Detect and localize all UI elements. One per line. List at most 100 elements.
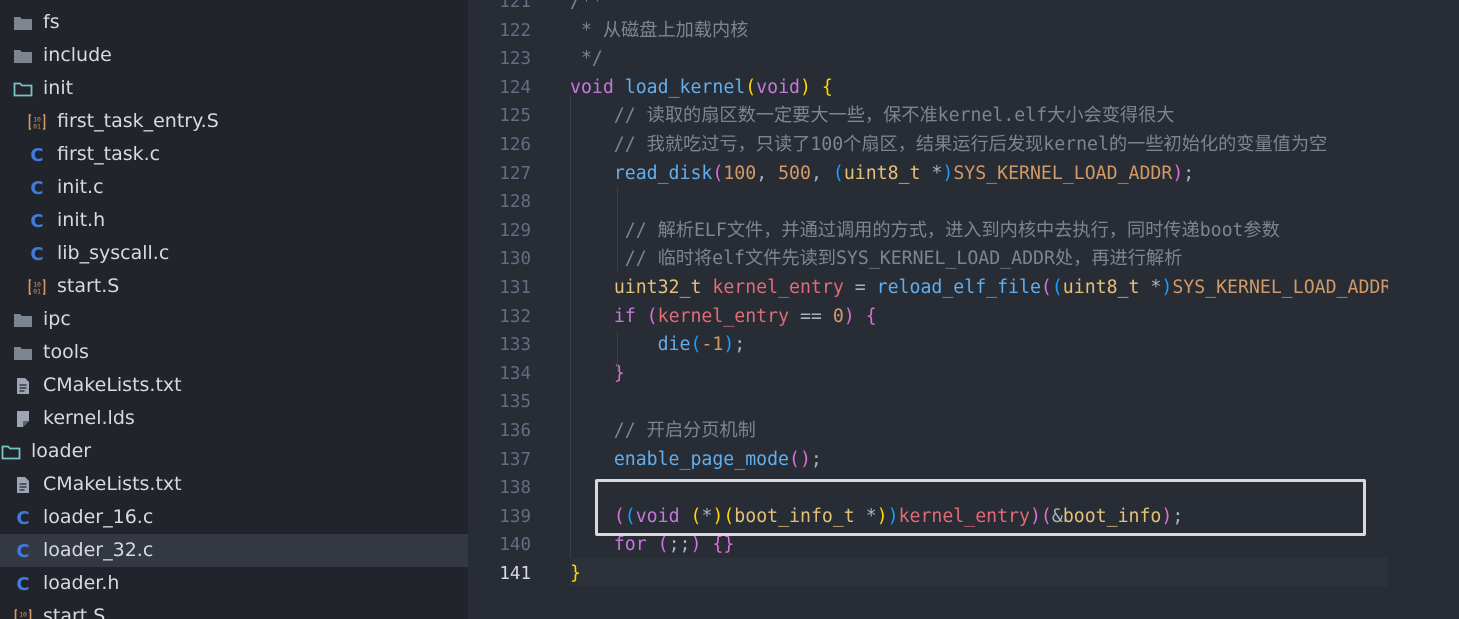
asm-file-icon: 1001: [26, 111, 48, 133]
code-line[interactable]: [570, 188, 1388, 217]
code-line[interactable]: */: [570, 45, 1388, 74]
code-line[interactable]: /**: [570, 0, 1388, 17]
c-file-icon: C: [12, 573, 34, 595]
code-token: (: [1051, 277, 1063, 298]
code-line[interactable]: }: [570, 560, 1388, 589]
sidebar-item[interactable]: init: [0, 72, 468, 105]
code-line[interactable]: // 我就吃过亏，只读了100个扇区，结果运行后发现kernel的一些初始化的变…: [570, 131, 1388, 160]
code-token: ): [799, 448, 811, 470]
code-line[interactable]: // 读取的扇区数一定要大一些，保不准kernel.elf大小会变得很大: [570, 102, 1388, 131]
code-token: ): [876, 505, 888, 527]
code-line[interactable]: void load_kernel(void) {: [570, 74, 1388, 103]
svg-text:C: C: [30, 211, 43, 231]
sidebar-item[interactable]: 1001 start.S: [0, 270, 468, 303]
code-token: -1: [701, 334, 724, 356]
sidebar-item[interactable]: fs: [0, 6, 468, 39]
code-token: ;;: [668, 534, 691, 556]
code-token: {: [821, 76, 833, 98]
sidebar-item[interactable]: tools: [0, 336, 468, 369]
code-line[interactable]: read_disk(100, 500, (uint8_t *)SYS_KERNE…: [570, 160, 1388, 189]
code-token: (: [789, 448, 800, 470]
sidebar-item[interactable]: CMakeLists.txt: [0, 468, 468, 501]
code-token: uint32_t: [613, 277, 702, 298]
linker-file-icon: [12, 408, 34, 430]
code-line[interactable]: uint32_t kernel_entry = reload_elf_file(…: [570, 274, 1388, 303]
c-file-icon: C: [26, 177, 48, 199]
svg-text:C: C: [16, 541, 29, 561]
code-token: ): [1029, 505, 1041, 527]
code-token: ;: [734, 334, 746, 356]
code-line[interactable]: // 开启分页机制: [570, 417, 1388, 446]
code-token: // 开启分页机制: [570, 420, 756, 441]
code-token: for: [613, 534, 647, 556]
code-token: 100: [723, 162, 757, 184]
svg-text:C: C: [16, 508, 29, 528]
sidebar-item[interactable]: 10 01 first_task_entry.S: [0, 105, 468, 138]
line-number: 140: [499, 535, 531, 556]
code-token: (: [1040, 277, 1052, 298]
code-line[interactable]: die(-1);: [570, 331, 1388, 360]
code-token: reload_elf_file: [876, 277, 1041, 298]
svg-text:C: C: [30, 178, 43, 198]
c-file-icon: C: [26, 243, 48, 265]
code-token: ==: [789, 305, 833, 327]
code-line[interactable]: for (;;) {}: [570, 531, 1388, 560]
sidebar-item[interactable]: CMakeLists.txt: [0, 369, 468, 402]
sidebar-item[interactable]: Cfirst_task.c: [0, 138, 468, 171]
svg-text:C: C: [16, 574, 29, 594]
sidebar-item-label: init.h: [57, 209, 106, 231]
code-line[interactable]: }: [570, 360, 1388, 389]
code-line[interactable]: enable_page_mode();: [570, 446, 1388, 475]
line-number: 122: [499, 20, 531, 41]
folder-icon: [12, 12, 34, 34]
sidebar-item[interactable]: 1001 start.S: [0, 600, 468, 619]
code-token: /**: [570, 0, 603, 12]
code-line[interactable]: // 临时将elf文件先读到SYS_KERNEL_LOAD_ADDR处，再进行解…: [570, 245, 1388, 274]
code-token: ,: [810, 162, 833, 184]
line-number: 123: [499, 49, 531, 70]
code-line[interactable]: // 解析ELF文件，并通过调用的方式，进入到内核中去执行，同时传递boot参数: [570, 217, 1388, 246]
code-editor[interactable]: 121 122 123 124 125 126 127 128 129 130 131 132 133 1…: [468, 0, 1459, 619]
code-line[interactable]: [570, 388, 1388, 417]
line-number: 128: [499, 192, 531, 213]
code-token: */: [570, 48, 603, 70]
sidebar-item[interactable]: Cloader_32.c: [0, 534, 468, 567]
sidebar-item[interactable]: kernel.lds: [0, 402, 468, 435]
code-token: ): [843, 305, 855, 327]
sidebar-item[interactable]: Clib_syscall.c: [0, 237, 468, 270]
sidebar-item[interactable]: ipc: [0, 303, 468, 336]
sidebar-item[interactable]: Cloader.h: [0, 567, 468, 600]
code-line[interactable]: * 从磁盘上加载内核: [570, 17, 1388, 46]
sidebar-item[interactable]: loader: [0, 435, 468, 468]
sidebar-item[interactable]: include: [0, 39, 468, 72]
code-token: // 读取的扇区数一定要大一些，保不准kernel.elf大小会变得很大: [570, 105, 1175, 127]
code-token: (: [723, 505, 735, 527]
sidebar-item-label: include: [43, 44, 112, 66]
code-line[interactable]: if (kernel_entry == 0) {: [570, 303, 1388, 332]
code-token: }: [613, 362, 625, 384]
indent-guide: [617, 332, 618, 372]
line-number: 135: [499, 392, 531, 413]
code-line[interactable]: [570, 474, 1388, 503]
sidebar-item[interactable]: Cloader_16.c: [0, 501, 468, 534]
code-token: (: [690, 505, 702, 527]
line-number: 141: [499, 564, 531, 584]
code-line[interactable]: ((void (*)(boot_info_t *))kernel_entry)(…: [570, 503, 1388, 532]
code-token: ): [723, 334, 735, 356]
code-token: ): [712, 505, 724, 527]
code-token: uint8_t: [1062, 277, 1140, 298]
code-token: ): [942, 162, 954, 184]
folder-icon: [12, 342, 34, 364]
file-explorer: fs include init 10 01 first_task_entry.S Cfirs…: [0, 0, 468, 619]
sidebar-item[interactable]: Cinit.h: [0, 204, 468, 237]
sidebar-item[interactable]: Cinit.c: [0, 171, 468, 204]
line-number: 127: [499, 163, 531, 184]
